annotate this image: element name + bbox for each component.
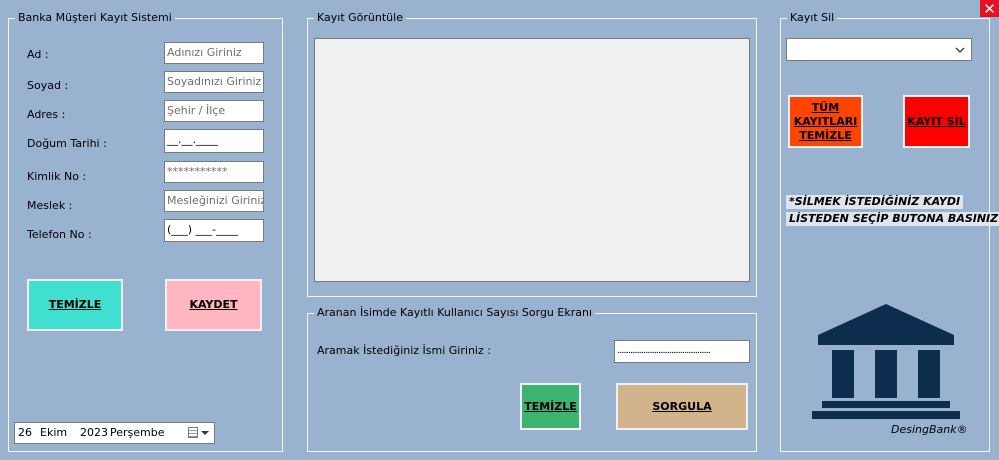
query-clear-button[interactable]: TEMİZLE: [520, 383, 581, 430]
job-input[interactable]: Mesleğinizi Giriniz: [164, 190, 264, 212]
bank-logo-icon: [812, 304, 960, 419]
register-clear-button[interactable]: TEMİZLE: [27, 279, 123, 331]
delete-record-button[interactable]: KAYIT SİL: [903, 95, 970, 148]
calendar-icon[interactable]: [188, 427, 198, 438]
address-input[interactable]: Şehir / İlçe: [164, 100, 264, 122]
date-day: 26: [18, 426, 32, 439]
clear-all-records-button[interactable]: TÜM KAYITLARI TEMİZLE: [788, 95, 863, 148]
birthdate-input[interactable]: __.__.____: [164, 129, 264, 153]
query-group-title: Aranan İsimde Kayıtlı Kullanıcı Sayısı S…: [314, 306, 596, 320]
brand-name: DesingBank®: [891, 423, 968, 436]
view-group-title: Kayıt Görüntüle: [314, 11, 406, 25]
close-button[interactable]: ✕: [980, 0, 999, 18]
surname-input[interactable]: Soyadınızı Giriniz: [164, 71, 264, 93]
dropdown-arrow-icon[interactable]: [201, 431, 209, 435]
delete-hint-line2: LİSTEDEN SEÇİP BUTONA BASINIZ!: [786, 212, 999, 226]
query-prompt-label: Aramak İstediğiniz İsmi Giriniz :: [317, 344, 491, 357]
query-submit-button[interactable]: SORGULA: [616, 383, 748, 430]
phone-label: Telefon No :: [27, 228, 92, 241]
date-weekday: Perşembe: [110, 426, 165, 439]
address-label: Adres :: [27, 108, 66, 121]
date-year: 2023: [80, 426, 108, 439]
surname-label: Soyad :: [27, 79, 69, 92]
records-listbox[interactable]: [314, 38, 750, 282]
id-number-input[interactable]: ***********: [164, 161, 264, 183]
delete-hint-line1: *SİLMEK İSTEDİĞİNİZ KAYDI: [786, 195, 964, 209]
register-group-title: Banka Müşteri Kayıt Sistemi: [15, 11, 175, 25]
date-month: Ekim: [40, 426, 68, 439]
record-select[interactable]: [786, 38, 972, 61]
save-button[interactable]: KAYDET: [165, 279, 262, 331]
id-number-label: Kimlik No :: [27, 170, 87, 183]
query-input[interactable]: ........................................…: [614, 340, 750, 363]
name-input[interactable]: Adınızı Giriniz: [164, 42, 264, 64]
birthdate-label: Doğum Tarihi :: [27, 137, 107, 150]
job-label: Meslek :: [27, 199, 73, 212]
name-label: Ad :: [27, 48, 49, 61]
delete-group-title: Kayıt Sil: [787, 11, 838, 25]
phone-input[interactable]: (___) ___-____: [164, 219, 264, 242]
chevron-down-icon[interactable]: [955, 47, 965, 53]
date-picker[interactable]: 26 Ekim 2023 Perşembe: [14, 422, 215, 444]
